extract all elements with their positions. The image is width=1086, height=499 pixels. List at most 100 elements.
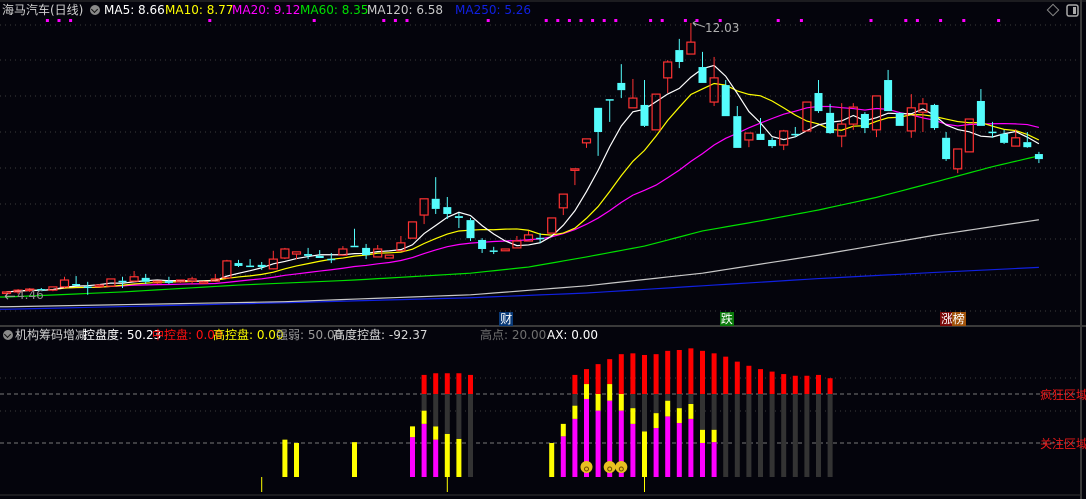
event-tag[interactable]: 榜 xyxy=(951,312,966,326)
indicator-legend-item: 高控盘: 0.00 xyxy=(213,328,284,342)
candle-down xyxy=(814,80,823,113)
ma-legend-item[interactable]: MA5: 8.66 xyxy=(104,3,165,17)
candle-down xyxy=(454,212,463,229)
signal-marker xyxy=(799,19,803,22)
bar-yellow xyxy=(630,408,636,424)
indicator-bar xyxy=(688,348,694,477)
bar-red xyxy=(827,378,833,394)
candle-body xyxy=(384,254,394,259)
signal-marker xyxy=(695,19,699,22)
bar-gray xyxy=(700,394,705,430)
bar-yellow xyxy=(560,423,566,437)
indicator-bar xyxy=(410,426,415,477)
bar-red xyxy=(688,348,694,394)
bar-red xyxy=(618,354,624,394)
event-tag[interactable]: 跌 xyxy=(719,312,734,326)
bar-gray xyxy=(642,394,647,432)
indicator-bars xyxy=(261,348,833,492)
candle-up xyxy=(129,271,139,282)
candle-body xyxy=(1023,142,1032,148)
candle-body xyxy=(72,284,81,286)
candle-up xyxy=(1,291,12,297)
candle-body xyxy=(141,277,150,282)
low-price-label: 4.46 xyxy=(17,288,44,302)
candle-body xyxy=(59,279,70,288)
bar-red xyxy=(769,371,775,394)
indicator-bar xyxy=(595,364,601,477)
candle-up xyxy=(407,221,418,239)
bar-yellow xyxy=(282,439,288,477)
low-arrow-icon xyxy=(4,292,15,300)
candle-up xyxy=(419,198,429,225)
ma-legend-item[interactable]: MA20: 9.12 xyxy=(232,3,300,17)
event-tag[interactable]: 财 xyxy=(499,312,514,326)
bar-yellow xyxy=(549,442,555,477)
candle-body xyxy=(814,93,823,112)
candle-body xyxy=(327,258,336,261)
chart-canvas[interactable] xyxy=(0,0,1086,499)
bar-gray xyxy=(746,394,752,477)
indicator-bar xyxy=(804,375,810,477)
bar-yellow xyxy=(618,394,624,411)
signal-marker xyxy=(649,19,653,22)
candle-body xyxy=(536,237,545,240)
candle-down xyxy=(1000,129,1009,144)
candle-body xyxy=(304,254,313,256)
candle-down xyxy=(895,112,904,126)
candle-down xyxy=(976,89,985,126)
candle-body xyxy=(860,113,869,129)
ma-legend-item[interactable]: MA60: 8.35 xyxy=(300,3,368,17)
candle-body xyxy=(976,100,985,126)
bar-gray xyxy=(456,394,462,439)
signal-marker xyxy=(382,19,386,22)
ma-legend-item[interactable]: MA120: 6.58 xyxy=(367,3,443,17)
indicator-bar xyxy=(653,354,659,477)
candle-up xyxy=(547,217,557,234)
candle-body xyxy=(768,139,777,147)
candle-body xyxy=(291,251,302,255)
bar-red xyxy=(804,375,810,394)
chevron-down-icon[interactable] xyxy=(90,5,100,15)
candle-body xyxy=(628,97,638,109)
bar-gray xyxy=(816,394,821,477)
panel-toggle-icon[interactable] xyxy=(1066,4,1079,17)
candle-down xyxy=(246,259,255,268)
bar-gray xyxy=(804,394,810,477)
indicator-bar xyxy=(711,353,717,477)
bar-gray xyxy=(711,394,717,430)
ma-legend-item[interactable]: MA10: 8.77 xyxy=(165,3,233,17)
candle-down xyxy=(431,177,440,214)
chevron-down-icon[interactable] xyxy=(3,330,13,340)
bar-red xyxy=(700,350,705,394)
candle-down xyxy=(884,69,893,112)
candle-body xyxy=(500,248,510,252)
indicator-bar xyxy=(433,373,439,477)
bar-red xyxy=(781,374,787,394)
candle-down xyxy=(605,99,614,122)
signal-marker xyxy=(69,19,73,22)
diamond-icon[interactable] xyxy=(1046,3,1060,17)
bar-yellow xyxy=(676,408,682,424)
signal-marker xyxy=(567,19,571,22)
candle-up xyxy=(570,168,580,186)
signal-marker xyxy=(57,19,61,22)
bar-yellow xyxy=(711,429,717,443)
candle-up xyxy=(837,103,847,148)
candle-body xyxy=(118,280,127,283)
high-price-label: 12.03 xyxy=(705,21,740,35)
bar-yellow xyxy=(294,442,299,477)
bar-red xyxy=(676,350,682,394)
ma-legend-item[interactable]: MA250: 5.26 xyxy=(455,3,531,17)
bar-yellow xyxy=(642,431,647,477)
candle-body xyxy=(1011,137,1021,147)
candle-body xyxy=(871,95,882,131)
indicator-bar xyxy=(642,354,647,477)
candle-body xyxy=(129,276,139,282)
candle-up xyxy=(280,247,290,260)
bar-gray xyxy=(444,394,450,434)
indicator-bar xyxy=(676,350,682,477)
bar-gray xyxy=(676,394,682,409)
bar-red xyxy=(595,364,601,394)
bar-red xyxy=(723,356,729,394)
indicator-bar xyxy=(723,356,729,477)
